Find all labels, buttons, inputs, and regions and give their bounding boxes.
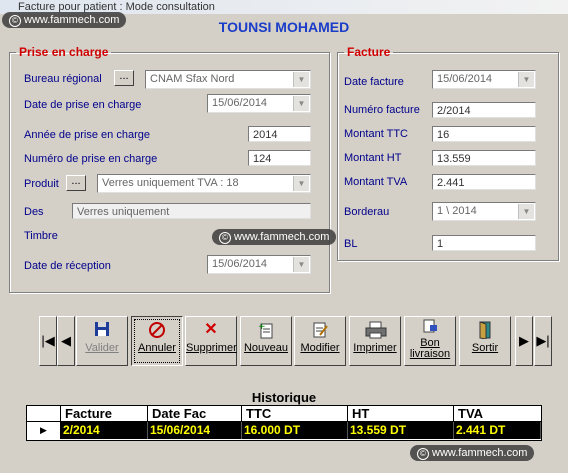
date-facture-picker[interactable]: 15/06/2014 ▼ — [432, 70, 536, 89]
last-record-button[interactable]: ▶| — [534, 316, 552, 366]
valider-button[interactable]: Valider — [76, 316, 128, 366]
row-selector-icon[interactable]: ▶ — [27, 422, 61, 439]
facture-legend: Facture — [347, 45, 391, 59]
montant-ht-field[interactable]: 13.559 — [432, 150, 536, 166]
modifier-button[interactable]: Modifier — [294, 316, 346, 366]
previous-icon: ◀ — [61, 333, 71, 348]
historique-title: Historique — [251, 390, 317, 405]
row-header-corner — [27, 406, 61, 422]
copyright-icon: © — [417, 448, 429, 460]
first-record-button[interactable]: |◀ — [39, 316, 57, 366]
delivery-note-icon — [420, 319, 440, 337]
last-icon: ▶| — [536, 333, 550, 348]
table-cell-tva[interactable]: 2.441 DT — [454, 422, 541, 439]
montant-ttc-label: Montant TTC — [344, 128, 408, 140]
table-cell-ht[interactable]: 13.559 DT — [348, 422, 454, 439]
numero-pec-field[interactable]: 124 — [248, 150, 311, 166]
annee-label: Année de prise en charge — [24, 129, 150, 141]
produit-picker-button[interactable]: ... — [66, 175, 86, 191]
table-cell-ttc[interactable]: 16.000 DT — [242, 422, 348, 439]
montant-tva-label: Montant TVA — [344, 176, 408, 188]
numero-facture-field[interactable]: 2/2014 — [432, 102, 536, 118]
nouveau-button[interactable]: + Nouveau — [240, 316, 292, 366]
printer-icon — [365, 321, 387, 339]
chevron-down-icon[interactable]: ▼ — [518, 204, 534, 219]
date-facture-label: Date facture — [344, 76, 404, 88]
annuler-button[interactable]: Annuler — [131, 316, 183, 366]
prise-en-charge-legend: Prise en charge — [19, 45, 109, 59]
chevron-down-icon[interactable]: ▼ — [293, 176, 309, 191]
annee-field[interactable]: 2014 — [248, 126, 311, 142]
copyright-icon: © — [219, 232, 231, 244]
exit-door-icon — [475, 321, 495, 340]
des-label: Des — [24, 206, 44, 218]
cancel-icon — [147, 321, 167, 339]
montant-ttc-field[interactable]: 16 — [432, 126, 536, 142]
column-header-date-fac[interactable]: Date Fac — [148, 406, 242, 422]
montant-tva-field[interactable]: 2.441 — [432, 174, 536, 190]
date-pec-picker[interactable]: 15/06/2014 ▼ — [207, 94, 311, 113]
historique-grid[interactable]: Facture Date Fac TTC HT TVA ▶ 2/2014 15/… — [26, 405, 542, 441]
imprimer-button[interactable]: Imprimer — [349, 316, 401, 366]
date-reception-label: Date de réception — [24, 260, 111, 272]
column-header-ht[interactable]: HT — [348, 406, 454, 422]
edit-document-icon — [310, 321, 330, 339]
column-header-ttc[interactable]: TTC — [242, 406, 348, 422]
numero-pec-label: Numéro de prise en charge — [24, 153, 158, 165]
supprimer-button[interactable]: ✕ Supprimer — [185, 316, 237, 366]
chevron-down-icon[interactable]: ▼ — [293, 257, 309, 272]
borderau-select[interactable]: 1 \ 2014 ▼ — [432, 202, 536, 221]
app-title: TOUNSI MOHAMED — [218, 19, 350, 35]
svg-text:+: + — [258, 322, 266, 332]
bureau-picker-button[interactable]: ... — [114, 70, 134, 86]
date-pec-label: Date de prise en charge — [24, 99, 142, 111]
chevron-down-icon[interactable]: ▼ — [518, 72, 534, 87]
table-cell-date-fac[interactable]: 15/06/2014 — [148, 422, 242, 439]
column-header-tva[interactable]: TVA — [454, 406, 541, 422]
timbre-label: Timbre — [24, 230, 58, 242]
watermark-center: © www.fammech.com — [212, 229, 337, 245]
first-icon: |◀ — [41, 333, 55, 348]
produit-label: Produit — [24, 178, 59, 190]
table-cell-facture[interactable]: 2/2014 — [61, 422, 148, 439]
column-header-facture[interactable]: Facture — [61, 406, 148, 422]
bon-livraison-button[interactable]: Bon livraison — [404, 316, 456, 366]
delete-x-icon: ✕ — [204, 321, 218, 338]
produit-select[interactable]: Verres uniquement TVA : 18 ▼ — [97, 174, 311, 193]
next-icon: ▶ — [519, 333, 529, 348]
watermark-bottom: © www.fammech.com — [410, 445, 535, 461]
numero-facture-label: Numéro facture — [344, 104, 420, 116]
chevron-down-icon[interactable]: ▼ — [293, 72, 309, 87]
bureau-select[interactable]: CNAM Sfax Nord ▼ — [145, 70, 311, 89]
montant-ht-label: Montant HT — [344, 152, 402, 164]
new-document-icon: + — [256, 321, 276, 339]
previous-record-button[interactable]: ◀ — [57, 316, 75, 366]
bl-field[interactable]: 1 — [432, 235, 536, 251]
bureau-label: Bureau régional — [24, 73, 102, 85]
chevron-down-icon[interactable]: ▼ — [293, 96, 309, 111]
bl-label: BL — [344, 238, 358, 250]
sortir-button[interactable]: Sortir — [459, 316, 511, 366]
save-disk-icon — [92, 321, 112, 339]
borderau-label: Borderau — [344, 206, 390, 218]
date-reception-picker[interactable]: 15/06/2014 ▼ — [207, 255, 311, 274]
next-record-button[interactable]: ▶ — [515, 316, 533, 366]
des-field[interactable]: Verres uniquement — [72, 203, 311, 219]
